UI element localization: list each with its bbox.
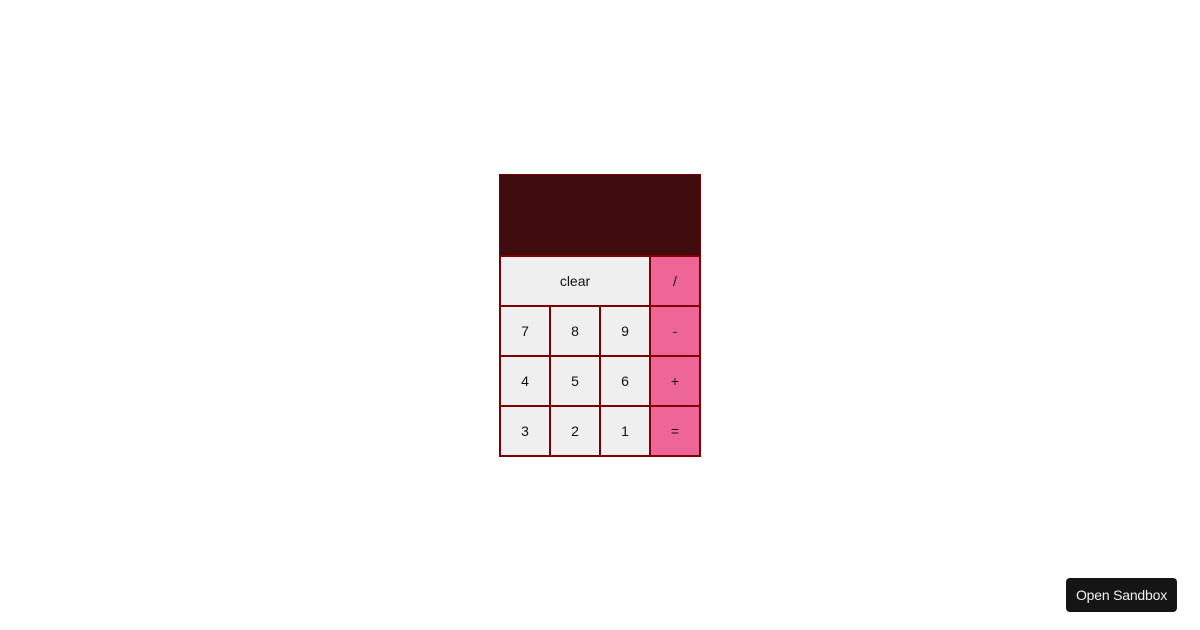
equals-button[interactable]: = (650, 406, 700, 456)
subtract-button[interactable]: - (650, 306, 700, 356)
digit-2-button[interactable]: 2 (550, 406, 600, 456)
digit-4-button[interactable]: 4 (500, 356, 550, 406)
keypad: clear / 7 8 9 - 4 5 6 + 3 2 1 = (499, 256, 701, 457)
calculator: clear / 7 8 9 - 4 5 6 + 3 2 1 = (499, 174, 701, 457)
digit-1-button[interactable]: 1 (600, 406, 650, 456)
calculator-display (499, 174, 701, 256)
digit-7-button[interactable]: 7 (500, 306, 550, 356)
digit-8-button[interactable]: 8 (550, 306, 600, 356)
clear-button[interactable]: clear (500, 256, 650, 306)
divide-button[interactable]: / (650, 256, 700, 306)
digit-5-button[interactable]: 5 (550, 356, 600, 406)
open-sandbox-button[interactable]: Open Sandbox (1066, 578, 1177, 612)
digit-9-button[interactable]: 9 (600, 306, 650, 356)
digit-6-button[interactable]: 6 (600, 356, 650, 406)
digit-3-button[interactable]: 3 (500, 406, 550, 456)
add-button[interactable]: + (650, 356, 700, 406)
